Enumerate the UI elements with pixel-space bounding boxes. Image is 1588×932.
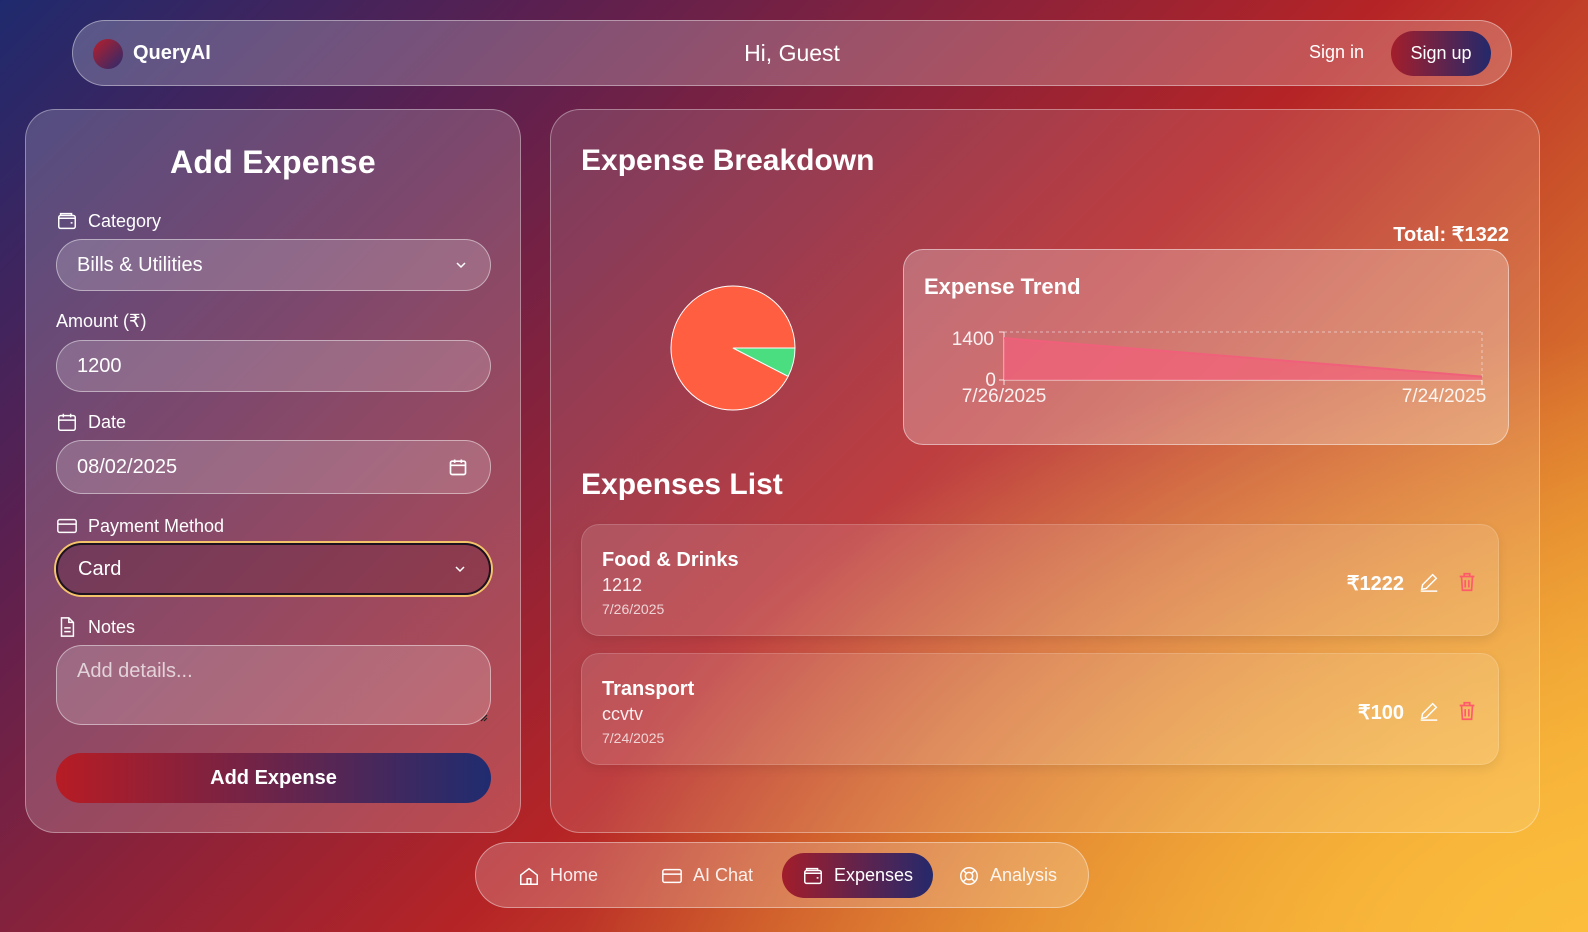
expense-row[interactable]: Food & Drinks 1212 7/26/2025 ₹1222 <box>581 524 1499 636</box>
x-tick-label: 7/24/2025 <box>1402 386 1487 407</box>
expense-amount: ₹1222 <box>1346 573 1404 595</box>
notes-label-text: Notes <box>88 616 136 637</box>
edit-icon[interactable] <box>1418 571 1440 593</box>
nav-analysis-label: Analysis <box>990 865 1058 885</box>
amount-input[interactable]: 1200 <box>56 340 491 392</box>
expense-date: 7/24/2025 <box>602 730 665 746</box>
credit-card-icon <box>662 868 682 883</box>
nav-ai-chat[interactable]: AI Chat <box>661 853 753 898</box>
date-label-text: Date <box>88 411 127 432</box>
signup-button[interactable]: Sign up <box>1391 31 1491 76</box>
expense-note: 1212 <box>602 575 643 595</box>
date-value: 08/02/2025 <box>77 455 178 478</box>
chevron-down-icon <box>456 262 466 269</box>
home-icon <box>520 867 538 885</box>
x-tick-label: 7/26/2025 <box>962 386 1047 407</box>
resize-handle-icon[interactable] <box>478 712 488 722</box>
bottom-nav: Home AI Chat Expenses Analysis <box>475 842 1089 908</box>
top-header: QueryAI Hi, Guest Sign in Sign up <box>72 20 1512 86</box>
nav-analysis[interactable]: Analysis <box>958 853 1057 898</box>
payment-method-select[interactable]: Card <box>56 543 491 595</box>
category-value: Bills & Utilities <box>77 253 203 276</box>
credit-card-icon <box>57 518 77 534</box>
breakdown-title: Expense Breakdown <box>581 144 875 177</box>
amount-label: Amount (₹) <box>56 311 146 332</box>
category-label: Category <box>56 210 161 232</box>
y-tick-label: 1400 <box>952 329 994 350</box>
notes-placeholder: Add details... <box>77 660 193 682</box>
add-expense-button[interactable]: Add Expense <box>56 753 491 803</box>
wallet-icon <box>804 867 822 884</box>
expense-category: Transport <box>602 678 695 700</box>
amount-label-text: Amount (₹) <box>56 311 147 331</box>
signin-link[interactable]: Sign in <box>1309 42 1364 63</box>
greeting: Hi, Guest <box>744 40 840 66</box>
expense-row[interactable]: Transport ccvtv 7/24/2025 ₹100 <box>581 653 1499 765</box>
amount-value: 1200 <box>77 354 122 377</box>
expense-amount: ₹100 <box>1357 702 1404 724</box>
expense-breakdown-panel: Expense Breakdown Total: ₹1322 Expense T… <box>550 109 1540 833</box>
add-expense-panel: Add Expense Category Bills & Utilities A… <box>25 109 521 833</box>
category-label-text: Category <box>88 210 162 231</box>
nav-expenses-label: Expenses <box>834 865 914 885</box>
delete-icon[interactable] <box>1456 700 1478 722</box>
expense-category: Food & Drinks <box>602 549 739 571</box>
form-title: Add Expense <box>169 144 377 180</box>
payment-value: Card <box>78 557 122 580</box>
list-title: Expenses List <box>581 468 783 501</box>
date-input[interactable]: 08/02/2025 <box>56 440 491 494</box>
notes-textarea[interactable]: Add details... <box>56 645 491 725</box>
nav-home[interactable]: Home <box>518 853 598 898</box>
expense-date: 7/26/2025 <box>602 601 665 617</box>
category-select[interactable]: Bills & Utilities <box>56 239 491 291</box>
calendar-picker-icon[interactable] <box>448 457 468 477</box>
chevron-down-icon <box>455 566 465 573</box>
edit-icon[interactable] <box>1418 700 1440 722</box>
nav-chat-label: AI Chat <box>693 865 754 885</box>
expense-trend-card: Expense Trend 1400 0 7/26/2025 7/24/2025 <box>903 249 1509 445</box>
nav-expenses[interactable]: Expenses <box>782 853 934 898</box>
payment-label: Payment Method <box>56 515 224 537</box>
delete-icon[interactable] <box>1456 571 1478 593</box>
trend-chart: 1400 0 7/26/2025 7/24/2025 <box>952 329 1487 407</box>
total-amount: Total: ₹1322 <box>1393 224 1509 246</box>
expense-note: ccvtv <box>602 704 644 724</box>
nav-home-label: Home <box>550 865 599 885</box>
document-icon <box>60 617 75 637</box>
notes-label: Notes <box>56 616 135 638</box>
lifebuoy-icon <box>960 866 978 885</box>
date-label: Date <box>56 411 126 433</box>
calendar-icon <box>58 413 76 431</box>
pie-chart <box>670 285 796 411</box>
wallet-icon <box>58 212 76 230</box>
payment-label-text: Payment Method <box>88 515 225 536</box>
